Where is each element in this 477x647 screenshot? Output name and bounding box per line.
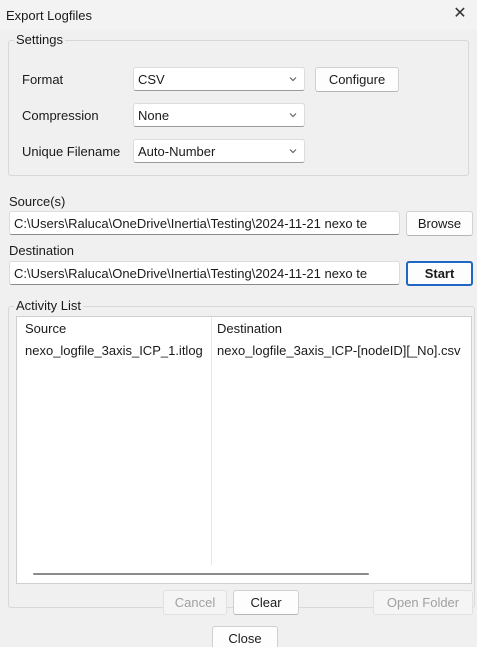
column-header-source[interactable]: Source (25, 321, 66, 336)
activity-list-group-label: Activity List (14, 298, 84, 313)
scrollbar-thumb[interactable] (33, 573, 369, 575)
open-folder-button[interactable]: Open Folder (373, 590, 473, 615)
column-header-destination[interactable]: Destination (217, 321, 282, 336)
close-button[interactable]: Close (212, 626, 278, 647)
start-button[interactable]: Start (406, 261, 473, 286)
compression-select-value: None (138, 108, 170, 123)
sources-label: Source(s) (9, 194, 66, 209)
chevron-down-icon (289, 113, 297, 118)
cancel-button[interactable]: Cancel (163, 590, 227, 615)
chevron-down-icon (289, 77, 297, 82)
column-divider (211, 317, 212, 565)
unique-filename-label: Unique Filename (22, 144, 121, 159)
row-destination-cell: nexo_logfile_3axis_ICP-[nodeID][_No].csv (217, 343, 461, 358)
export-logfiles-dialog: Export Logfiles ✕ Settings Format CSV Co… (0, 0, 477, 647)
sources-input[interactable]: C:\Users\Raluca\OneDrive\Inertia\Testing… (9, 211, 400, 235)
unique-filename-select-value: Auto-Number (138, 144, 216, 159)
horizontal-scrollbar[interactable] (17, 565, 471, 583)
chevron-down-icon (289, 149, 297, 154)
format-label: Format (22, 72, 64, 87)
window-title: Export Logfiles (6, 8, 92, 23)
destination-input-value: C:\Users\Raluca\OneDrive\Inertia\Testing… (14, 266, 368, 281)
unique-filename-select[interactable]: Auto-Number (133, 139, 305, 163)
row-source-cell: nexo_logfile_3axis_ICP_1.itlog (25, 343, 203, 358)
destination-label: Destination (9, 243, 75, 258)
compression-select[interactable]: None (133, 103, 305, 127)
compression-label: Compression (22, 108, 99, 123)
configure-button[interactable]: Configure (315, 67, 399, 92)
format-select-value: CSV (138, 72, 165, 87)
sources-input-value: C:\Users\Raluca\OneDrive\Inertia\Testing… (14, 216, 368, 231)
title-bar: Export Logfiles ✕ (0, 0, 477, 30)
clear-button[interactable]: Clear (233, 590, 299, 615)
activity-list[interactable]: Source Destination nexo_logfile_3axis_IC… (16, 316, 472, 584)
format-select[interactable]: CSV (133, 67, 305, 91)
settings-group-label: Settings (14, 32, 65, 47)
close-icon[interactable]: ✕ (451, 5, 469, 23)
browse-button[interactable]: Browse (406, 211, 473, 236)
destination-input[interactable]: C:\Users\Raluca\OneDrive\Inertia\Testing… (9, 261, 400, 285)
